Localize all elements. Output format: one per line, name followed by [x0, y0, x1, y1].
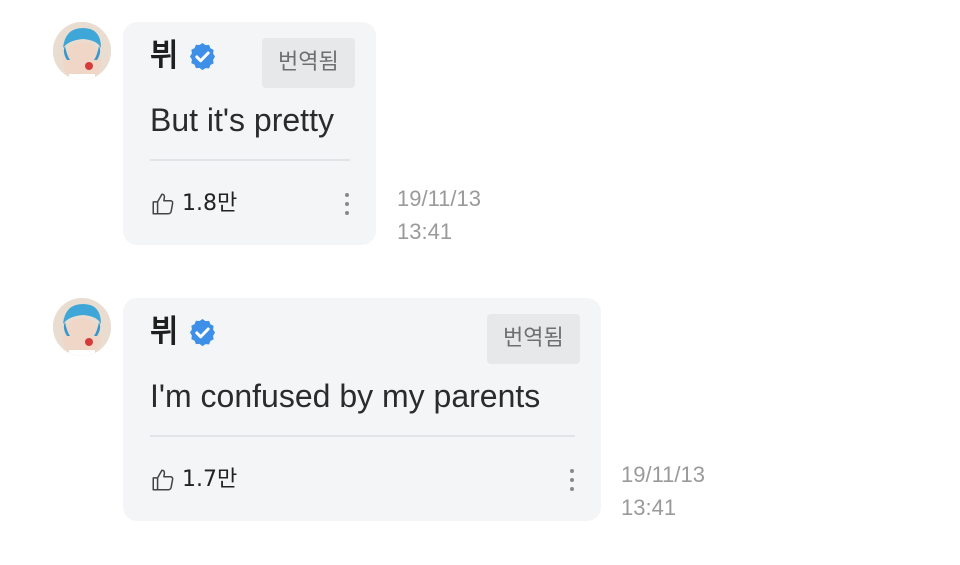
like-count: 1.7만: [182, 467, 238, 492]
more-vertical-icon[interactable]: [342, 190, 352, 218]
timestamp-time: 13:41: [397, 219, 453, 244]
translated-badge[interactable]: 번역됨: [487, 314, 580, 364]
author-name[interactable]: 뷔: [150, 312, 179, 352]
divider: [150, 159, 350, 161]
author-row: 뷔: [150, 36, 218, 76]
like-count: 1.8만: [182, 191, 238, 216]
message-bubble: 뷔 번역됨 I'm confused by my parents 1.7만: [123, 298, 601, 521]
avatar-image: [53, 22, 111, 80]
verified-badge-icon: [187, 317, 218, 348]
timestamp-date: 19/11/13: [621, 462, 706, 487]
divider: [150, 435, 575, 437]
message-bubble: 뷔 번역됨 But it's pretty 1.8만: [123, 22, 376, 245]
avatar-image: [53, 298, 111, 356]
verified-badge-icon: [187, 41, 218, 72]
thumbs-up-icon: [150, 191, 176, 217]
timestamp-date: 19/11/13: [397, 186, 482, 211]
timestamp-time: 13:41: [621, 495, 677, 520]
author-row: 뷔: [150, 312, 218, 352]
message-text: I'm confused by my parents: [150, 378, 541, 414]
more-vertical-icon[interactable]: [567, 466, 577, 494]
translated-badge[interactable]: 번역됨: [262, 38, 355, 88]
like-button[interactable]: 1.7만: [150, 464, 237, 496]
thumbs-up-icon: [150, 467, 176, 493]
timestamp: 19/11/13 13:41: [621, 458, 705, 524]
avatar[interactable]: [53, 22, 111, 80]
message-text: But it's pretty: [150, 102, 334, 138]
like-button[interactable]: 1.8만: [150, 188, 237, 220]
timestamp: 19/11/13 13:41: [397, 182, 481, 248]
avatar[interactable]: [53, 298, 111, 356]
author-name[interactable]: 뷔: [150, 36, 179, 76]
